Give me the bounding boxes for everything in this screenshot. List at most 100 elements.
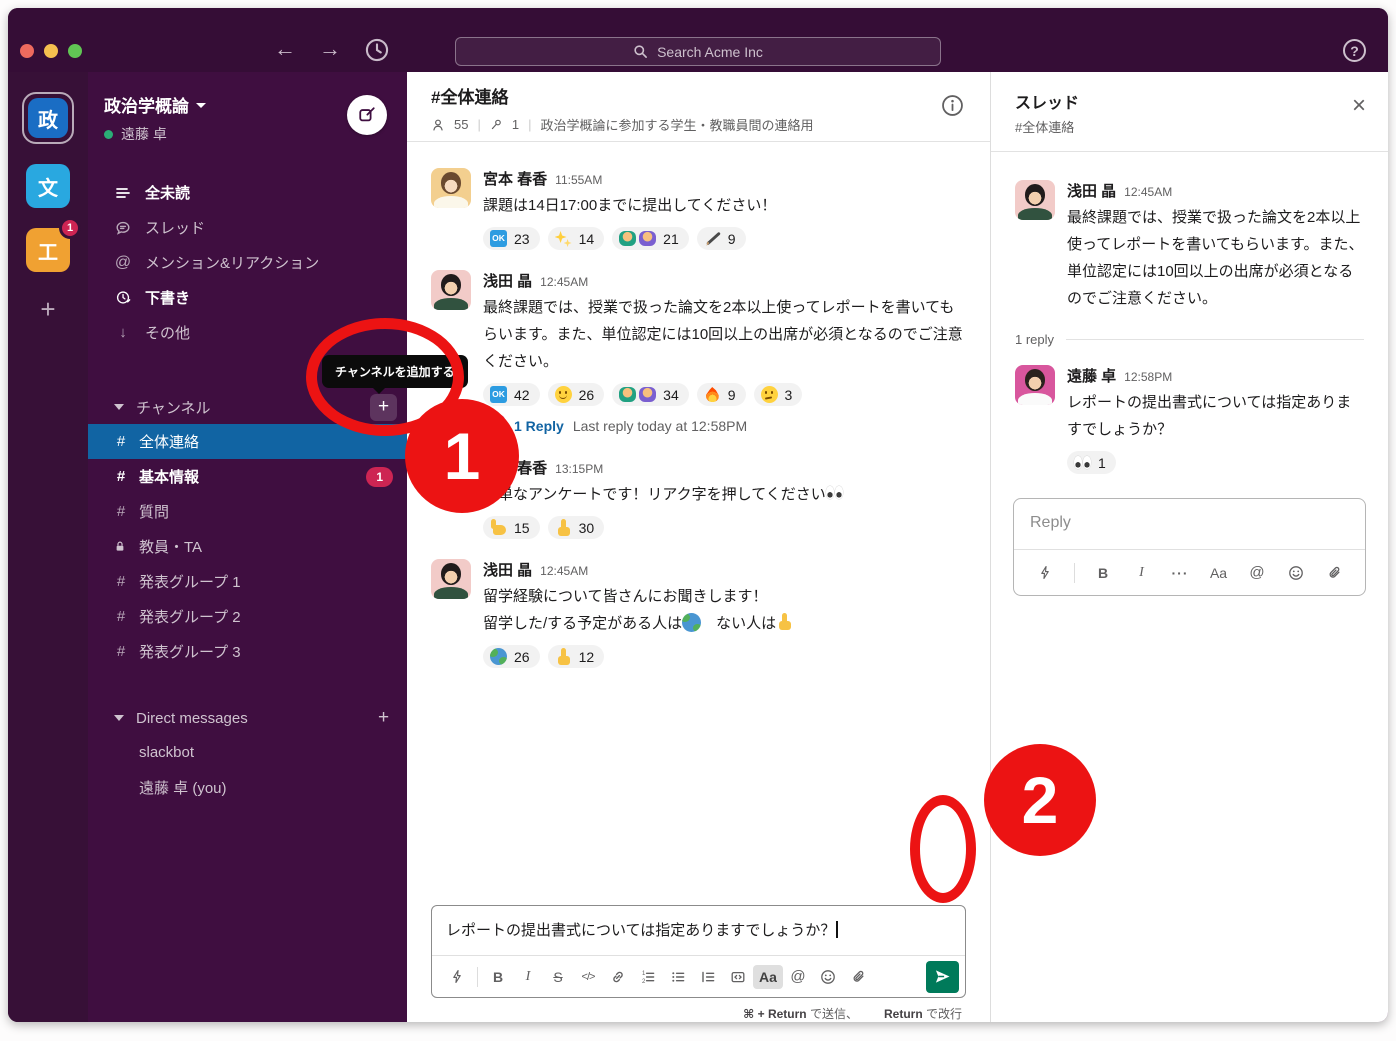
reply-input[interactable]: Reply bbox=[1014, 499, 1365, 549]
bullet-list-icon[interactable] bbox=[663, 963, 693, 991]
history-back-button[interactable]: ← bbox=[270, 36, 300, 62]
dm-item-slackbot[interactable]: slackbot bbox=[88, 735, 407, 770]
more-options-button[interactable]: ··· bbox=[1165, 559, 1195, 587]
reaction-pill[interactable]: 9 bbox=[697, 383, 746, 406]
dm-section-header[interactable]: Direct messages + bbox=[88, 701, 407, 735]
code-button[interactable]: </> bbox=[573, 963, 603, 991]
reaction-count: 1 bbox=[1098, 455, 1106, 471]
reaction-pill[interactable]: 3 bbox=[754, 383, 803, 406]
toolbar-divider bbox=[477, 967, 478, 987]
reaction-pill[interactable]: 1 bbox=[1067, 451, 1116, 474]
italic-button[interactable]: I bbox=[513, 963, 543, 991]
all-unreads-icon bbox=[114, 185, 132, 201]
bold-button[interactable]: B bbox=[483, 963, 513, 991]
search-input[interactable]: Search Acme Inc bbox=[455, 37, 941, 66]
message-author[interactable]: 浅田 晶 bbox=[483, 559, 532, 580]
reaction-pill[interactable]: 23 bbox=[483, 227, 540, 250]
close-window-button[interactable] bbox=[20, 44, 34, 58]
blockquote-icon[interactable] bbox=[693, 963, 723, 991]
attach-paperclip-icon[interactable] bbox=[1319, 559, 1349, 587]
history-forward-button[interactable]: → bbox=[315, 36, 345, 62]
shortcuts-lightning-icon[interactable] bbox=[1030, 559, 1060, 587]
message-timestamp[interactable]: 11:55AM bbox=[555, 173, 602, 187]
message-timestamp[interactable]: 12:58PM bbox=[1124, 370, 1172, 384]
channel-item-happyo-group-2[interactable]: # 発表グループ 2 bbox=[88, 599, 407, 634]
info-icon[interactable] bbox=[941, 94, 964, 117]
avatar[interactable] bbox=[1015, 180, 1055, 220]
reaction-pill[interactable]: 30 bbox=[548, 516, 605, 539]
mention-button[interactable]: @ bbox=[783, 963, 813, 991]
ordered-list-icon[interactable]: 12 bbox=[633, 963, 663, 991]
pin-count[interactable]: 1 bbox=[512, 117, 519, 132]
emoji-picker-icon[interactable] bbox=[1281, 559, 1311, 587]
message-author[interactable]: 浅田 晶 bbox=[1067, 180, 1116, 201]
message-timestamp[interactable]: 13:15PM bbox=[555, 462, 603, 476]
new-message-button[interactable] bbox=[347, 95, 387, 135]
workspace-switcher-literature[interactable]: 文 bbox=[22, 160, 74, 212]
format-toggle-button[interactable]: Aa bbox=[753, 965, 783, 989]
reaction-pill[interactable]: 15 bbox=[483, 516, 540, 539]
channel-item-happyo-group-1[interactable]: # 発表グループ 1 bbox=[88, 564, 407, 599]
message-text: 最終課題では、授業で扱った論文を2本以上使ってレポートを書いてもらいます。また、… bbox=[1067, 204, 1364, 312]
workspace-switcher-engineering[interactable]: 1 工 bbox=[22, 224, 74, 276]
reaction-pill[interactable]: 21 bbox=[612, 227, 689, 250]
reaction-pill[interactable]: 34 bbox=[612, 383, 689, 406]
reaction-pill[interactable]: 42 bbox=[483, 383, 540, 406]
message: 宮本 春香 11:55AM 課題は14日17:00までに提出してください！ 23… bbox=[431, 168, 966, 250]
sidebar-item-mentions[interactable]: @ メンション&リアクション bbox=[88, 245, 407, 280]
history-clock-icon[interactable] bbox=[364, 37, 390, 63]
message-author[interactable]: 遠藤 卓 bbox=[1067, 365, 1116, 386]
reaction-pill[interactable]: 14 bbox=[548, 227, 605, 250]
message-input[interactable]: レポートの提出書式については指定ありますでしょうか？ bbox=[432, 906, 965, 955]
bold-button[interactable]: B bbox=[1088, 559, 1118, 587]
add-workspace-button[interactable]: + bbox=[32, 294, 64, 326]
help-icon[interactable]: ? bbox=[1343, 39, 1366, 62]
thread-channel-name: #全体連絡 bbox=[1015, 117, 1364, 136]
message-timestamp[interactable]: 12:45AM bbox=[540, 564, 588, 578]
dm-item-self[interactable]: 遠藤 卓 (you) bbox=[88, 770, 407, 805]
message-author[interactable]: 宮本 春香 bbox=[483, 168, 547, 189]
message-timestamp[interactable]: 12:45AM bbox=[1124, 185, 1172, 199]
reaction-pill[interactable]: 9 bbox=[697, 227, 746, 250]
message-composer: レポートの提出書式については指定ありますでしょうか？ B I S </> 12 … bbox=[431, 905, 966, 998]
strikethrough-button[interactable]: S bbox=[543, 963, 573, 991]
link-icon[interactable] bbox=[603, 963, 633, 991]
pin-icon[interactable] bbox=[490, 118, 503, 131]
channel-item-shitsumon[interactable]: # 質問 bbox=[88, 494, 407, 529]
reaction-pill[interactable]: 26 bbox=[548, 383, 605, 406]
avatar[interactable] bbox=[431, 270, 471, 310]
threads-icon bbox=[114, 220, 132, 236]
attach-paperclip-icon[interactable] bbox=[843, 963, 873, 991]
sidebar-item-threads[interactable]: スレッド bbox=[88, 210, 407, 245]
sidebar-item-drafts[interactable]: 下書き bbox=[88, 280, 407, 315]
add-dm-button[interactable]: + bbox=[370, 705, 397, 732]
avatar[interactable] bbox=[1015, 365, 1055, 405]
message-author[interactable]: 浅田 晶 bbox=[483, 270, 532, 291]
format-toggle-button[interactable]: Aa bbox=[1204, 559, 1234, 587]
avatar[interactable] bbox=[431, 168, 471, 208]
avatar[interactable] bbox=[431, 559, 471, 599]
member-count[interactable]: 55 bbox=[454, 117, 468, 132]
send-button[interactable] bbox=[926, 961, 959, 993]
zoom-window-button[interactable] bbox=[68, 44, 82, 58]
channel-item-kihon-joho[interactable]: # 基本情報 1 bbox=[88, 459, 407, 494]
channel-item-happyo-group-3[interactable]: # 発表グループ 3 bbox=[88, 634, 407, 669]
close-icon[interactable]: × bbox=[1352, 94, 1366, 118]
thread-link[interactable]: 1 Reply Last reply today at 12:58PM bbox=[483, 415, 966, 437]
thread-reply-composer: Reply B I ··· Aa @ bbox=[1013, 498, 1366, 596]
emoji-picker-icon[interactable] bbox=[813, 963, 843, 991]
shortcuts-lightning-icon[interactable] bbox=[442, 963, 472, 991]
italic-button[interactable]: I bbox=[1127, 559, 1157, 587]
reaction-pill[interactable]: 12 bbox=[548, 645, 605, 668]
code-block-icon[interactable] bbox=[723, 963, 753, 991]
channel-item-kyoin-ta[interactable]: 教員・TA bbox=[88, 529, 407, 564]
sidebar-item-all-unreads[interactable]: 全未読 bbox=[88, 175, 407, 210]
reaction-pill[interactable]: 26 bbox=[483, 645, 540, 668]
members-icon[interactable] bbox=[431, 118, 445, 132]
reaction-count: 9 bbox=[728, 231, 736, 247]
message-timestamp[interactable]: 12:45AM bbox=[540, 275, 588, 289]
channel-topic[interactable]: 政治学概論に参加する学生・教職員間の連絡用 bbox=[540, 115, 813, 134]
minimize-window-button[interactable] bbox=[44, 44, 58, 58]
mention-button[interactable]: @ bbox=[1242, 559, 1272, 587]
workspace-switcher-politics[interactable]: 政 bbox=[22, 92, 74, 144]
